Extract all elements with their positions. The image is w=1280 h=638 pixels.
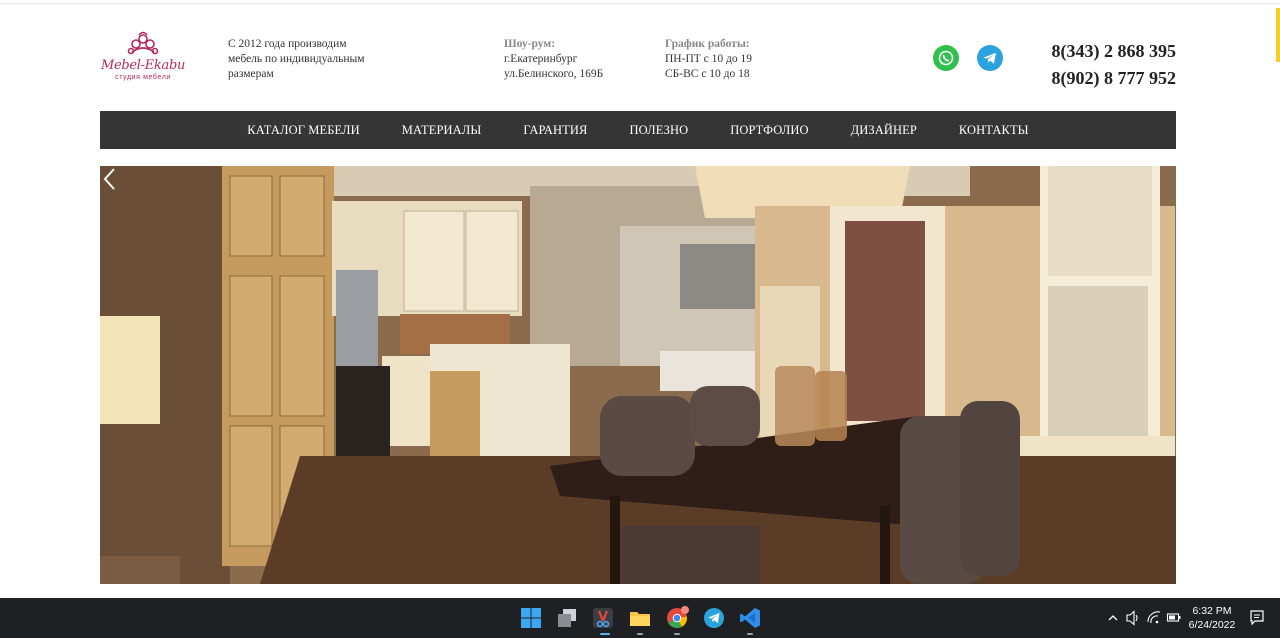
nav-item-materials[interactable]: МАТЕРИАЛЫ bbox=[402, 123, 482, 138]
active-app-indicator bbox=[600, 633, 610, 635]
brand-name: Mebel-Ekabu bbox=[100, 58, 186, 73]
snipping-tool-icon[interactable] bbox=[591, 606, 615, 630]
nav-item-useful[interactable]: ПОЛЕЗНО bbox=[629, 123, 688, 138]
hero-image bbox=[100, 166, 1176, 584]
telegram-icon[interactable] bbox=[702, 606, 726, 630]
tagline-line: размерам bbox=[228, 68, 274, 80]
showroom-city: г.Екатеринбург bbox=[504, 53, 578, 65]
hours-weekend: СБ-ВС с 10 до 18 bbox=[665, 68, 750, 80]
phone-number-1[interactable]: 8(343) 2 868 395 bbox=[1020, 38, 1177, 65]
running-app-indicator bbox=[637, 633, 643, 635]
tagline-line: мебель по индивидуальным bbox=[228, 53, 365, 65]
logo-ornament-icon bbox=[127, 31, 159, 55]
hours-label: График работы: bbox=[665, 38, 750, 50]
file-explorer-icon[interactable] bbox=[628, 606, 652, 630]
nav-item-contacts[interactable]: КОНТАКТЫ bbox=[959, 123, 1029, 138]
top-divider bbox=[0, 3, 1280, 4]
windows-start-icon[interactable] bbox=[519, 606, 543, 630]
vscode-icon[interactable] bbox=[738, 606, 762, 630]
battery-icon[interactable] bbox=[1166, 598, 1182, 638]
web-page: Mebel-Ekabu студия мебели С 2012 года пр… bbox=[0, 0, 1280, 598]
system-clock[interactable]: 6:32 PM 6/24/2022 bbox=[1186, 604, 1238, 632]
showroom-info: Шоу-рум: г.Екатеринбург ул.Белинского, 1… bbox=[504, 37, 603, 82]
working-hours: График работы: ПН-ПТ с 10 до 19 СБ-ВС с … bbox=[665, 37, 752, 82]
company-tagline: С 2012 года производим мебель по индивид… bbox=[228, 37, 388, 82]
chrome-icon[interactable] bbox=[665, 606, 689, 630]
nav-item-catalog[interactable]: КАТАЛОГ МЕБЕЛИ bbox=[247, 123, 359, 138]
wifi-icon[interactable] bbox=[1146, 598, 1162, 638]
nav-item-designer[interactable]: ДИЗАЙНЕР bbox=[851, 123, 917, 138]
main-navigation: КАТАЛОГ МЕБЕЛИ МАТЕРИАЛЫ ГАРАНТИЯ ПОЛЕЗН… bbox=[100, 111, 1176, 149]
nav-item-portfolio[interactable]: ПОРТФОЛИО bbox=[730, 123, 808, 138]
whatsapp-icon[interactable] bbox=[933, 45, 959, 71]
clock-date: 6/24/2022 bbox=[1188, 619, 1236, 631]
windows-taskbar: 6:32 PM 6/24/2022 bbox=[0, 598, 1280, 638]
hours-weekdays: ПН-ПТ с 10 до 19 bbox=[665, 53, 752, 65]
volume-icon[interactable] bbox=[1125, 598, 1141, 638]
chevron-left-icon[interactable] bbox=[100, 166, 120, 192]
running-app-indicator bbox=[674, 633, 680, 635]
showroom-address: ул.Белинского, 169Б bbox=[504, 68, 604, 80]
nav-item-warranty[interactable]: ГАРАНТИЯ bbox=[523, 123, 587, 138]
brand-subtitle: студия мебели bbox=[115, 74, 171, 81]
task-view-icon[interactable] bbox=[555, 606, 579, 630]
hero-slider[interactable] bbox=[100, 166, 1176, 584]
showroom-label: Шоу-рум: bbox=[504, 38, 556, 50]
brand-logo[interactable]: Mebel-Ekabu студия мебели bbox=[98, 30, 188, 88]
chevron-up-icon[interactable] bbox=[1106, 598, 1120, 638]
phone-numbers: 8(343) 2 868 395 8(902) 8 777 952 bbox=[1020, 38, 1177, 92]
notification-icon[interactable] bbox=[1248, 598, 1266, 638]
clock-time: 6:32 PM bbox=[1192, 605, 1232, 617]
running-app-indicator bbox=[747, 633, 753, 635]
phone-number-2[interactable]: 8(902) 8 777 952 bbox=[1020, 65, 1177, 92]
scroll-indicator[interactable] bbox=[1276, 8, 1280, 62]
telegram-icon[interactable] bbox=[977, 45, 1003, 71]
tagline-line: С 2012 года производим bbox=[228, 38, 347, 50]
